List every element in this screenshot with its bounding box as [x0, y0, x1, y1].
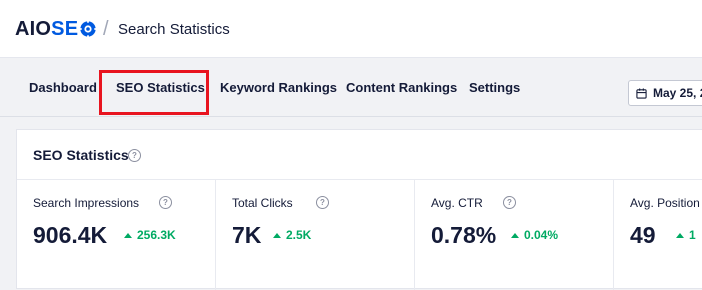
help-icon[interactable]: ? — [128, 149, 141, 162]
stat-delta: 1 — [676, 228, 696, 242]
logo-seo-text: SE — [51, 17, 79, 40]
arrow-up-icon — [273, 232, 281, 238]
stat-delta: 256.3K — [124, 228, 176, 242]
stat-divider — [215, 180, 216, 290]
stat-label: Avg. CTR — [431, 196, 483, 210]
help-icon[interactable]: ? — [503, 196, 516, 209]
arrow-up-icon — [511, 232, 519, 238]
date-range-button[interactable]: May 25, 2 — [628, 80, 702, 106]
active-tab-highlight-box — [99, 70, 209, 115]
logo-gear-icon — [79, 20, 98, 38]
stat-delta-value: 2.5K — [286, 228, 312, 242]
aioseo-logo[interactable]: AIO SE — [15, 17, 98, 41]
stat-delta-value: 256.3K — [137, 228, 176, 242]
stat-value: 49 — [630, 222, 656, 248]
date-range-label: May 25, 2 — [653, 86, 702, 100]
arrow-up-icon — [676, 232, 684, 238]
tab-content-rankings[interactable]: Content Rankings — [346, 58, 457, 116]
tab-settings[interactable]: Settings — [469, 58, 520, 116]
calendar-icon — [636, 87, 647, 99]
stat-label: Avg. Position — [630, 196, 700, 210]
help-icon[interactable]: ? — [316, 196, 329, 209]
seo-statistics-card: SEO Statistics ? Search Impressions ? 90… — [16, 129, 702, 290]
stat-search-impressions: Search Impressions ? 906.4K 256.3K — [33, 192, 213, 264]
tab-keyword-rankings[interactable]: Keyword Rankings — [220, 58, 337, 116]
stat-value: 7K — [232, 222, 262, 248]
stat-divider — [613, 180, 614, 290]
arrow-up-icon — [124, 232, 132, 238]
stat-value: 0.78% — [431, 222, 497, 248]
stat-label: Total Clicks — [232, 196, 293, 210]
stat-delta: 2.5K — [273, 228, 311, 242]
stat-avg-ctr: Avg. CTR ? 0.78% 0.04% — [431, 192, 611, 264]
stat-delta: 0.04% — [511, 228, 558, 242]
stat-label: Search Impressions — [33, 196, 140, 210]
stat-delta-value: 0.04% — [524, 228, 559, 242]
stat-value: 906.4K — [33, 222, 108, 248]
stat-delta-value: 1 — [689, 228, 696, 242]
stat-divider — [414, 180, 415, 290]
tab-dashboard[interactable]: Dashboard — [29, 58, 97, 116]
logo-aio-text: AIO — [15, 17, 52, 40]
breadcrumb-separator: / — [103, 18, 109, 40]
stat-total-clicks: Total Clicks ? 7K 2.5K — [232, 192, 412, 264]
help-icon[interactable]: ? — [159, 196, 172, 209]
page-title: Search Statistics — [118, 21, 230, 38]
stat-avg-position: Avg. Position 49 1 — [630, 192, 702, 264]
app-header: AIO SE / Search Statistics — [0, 0, 702, 58]
card-header: SEO Statistics ? — [17, 130, 702, 180]
card-title: SEO Statistics — [33, 147, 129, 163]
